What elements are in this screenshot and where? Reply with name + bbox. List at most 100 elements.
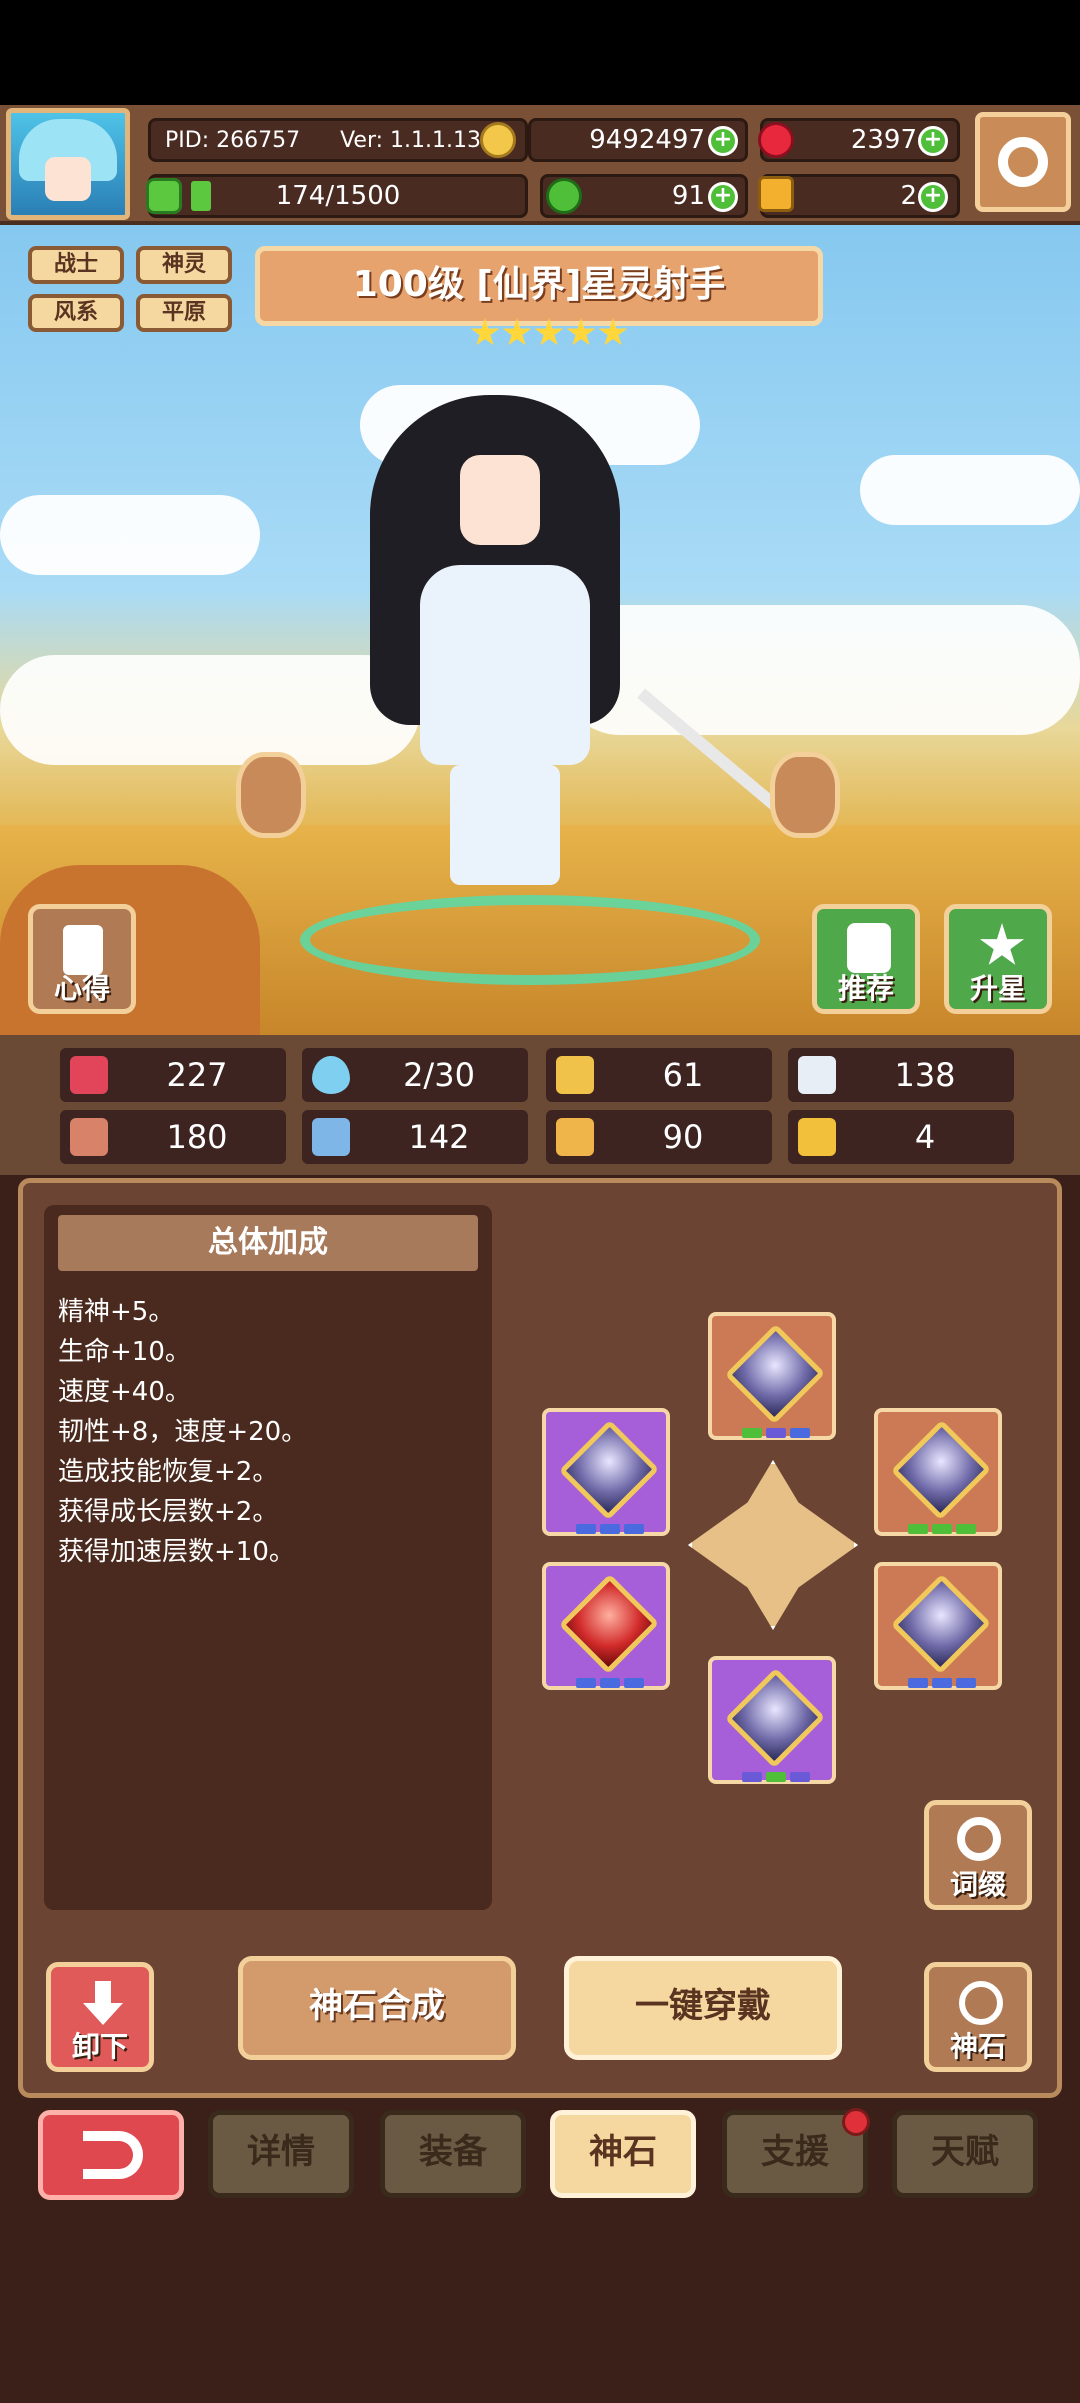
gear-icon xyxy=(998,137,1048,187)
notification-dot xyxy=(842,2108,870,2136)
bonus-line: 造成技能恢复+2。 xyxy=(58,1457,279,1487)
affix-button[interactable]: 词缀 xyxy=(924,1800,1032,1910)
magnifier-icon xyxy=(957,1817,1001,1861)
stat-magic: 142 xyxy=(302,1110,528,1164)
bonus-line: 精神+5。 xyxy=(58,1297,175,1327)
pid-version-box: PID: 266757 Ver: 1.1.1.13 xyxy=(148,118,528,162)
wind-effect xyxy=(300,895,760,985)
hero-title: 100级 [仙界]星灵射手 xyxy=(255,246,823,326)
prev-hero-button[interactable] xyxy=(236,752,306,838)
tag-class: 战士 xyxy=(28,246,124,284)
horseshoe-icon xyxy=(798,1118,836,1156)
return-arrow-icon xyxy=(83,2131,143,2179)
exp-value: 174/1500 xyxy=(275,181,401,211)
bonus-header: 总体加成 xyxy=(58,1215,478,1271)
add-clover-button[interactable]: + xyxy=(708,182,738,212)
crystal-gem-icon xyxy=(558,1419,660,1521)
add-ruby-button[interactable]: + xyxy=(918,126,948,156)
synthesize-button[interactable]: 神石合成 xyxy=(238,1956,516,2060)
tab-equipment[interactable]: 装备 xyxy=(380,2110,526,2198)
pid-label: PID: 266757 xyxy=(165,127,301,153)
stat-mana: 2/30 xyxy=(302,1048,528,1102)
slot-dots xyxy=(908,1678,976,1688)
star-icon xyxy=(534,318,564,346)
godstone-slot-top[interactable] xyxy=(708,1312,836,1440)
ruby-value: 2397 xyxy=(850,125,917,155)
slot-dots xyxy=(742,1428,810,1438)
stat-luck: 4 xyxy=(788,1110,1014,1164)
bonus-box: 总体加成 精神+5。 生命+10。 速度+40。 韧性+8，速度+20。 造成技… xyxy=(44,1205,492,1910)
back-button[interactable] xyxy=(38,2110,184,2200)
gold-value: 9492497 xyxy=(589,125,705,155)
clover-icon xyxy=(546,178,582,214)
star-icon xyxy=(470,318,500,346)
slot-dots xyxy=(576,1524,644,1534)
add-trophy-button[interactable]: + xyxy=(918,182,948,212)
bonus-line: 获得成长层数+2。 xyxy=(58,1497,279,1527)
godstone-button[interactable]: 神石 xyxy=(924,1962,1032,2072)
equip-all-button[interactable]: 一键穿戴 xyxy=(564,1956,842,2060)
stone-icon xyxy=(959,1981,1003,2025)
tab-talent[interactable]: 天赋 xyxy=(892,2110,1038,2198)
stat-hp: 227 xyxy=(60,1048,286,1102)
star-icon xyxy=(979,923,1025,965)
tag-race: 神灵 xyxy=(136,246,232,284)
thumbs-up-icon xyxy=(847,923,891,973)
slot-dots xyxy=(576,1678,644,1688)
tag-terrain: 平原 xyxy=(136,294,232,332)
bonus-line: 速度+40。 xyxy=(58,1377,191,1407)
star-icon xyxy=(502,318,532,346)
hero-face xyxy=(460,455,540,545)
crystal-gem-icon xyxy=(890,1419,992,1521)
hero-sprite xyxy=(350,335,650,895)
crystal-gem-icon xyxy=(890,1573,992,1675)
fist-icon xyxy=(70,1118,108,1156)
boot-icon xyxy=(556,1118,594,1156)
cloud xyxy=(0,495,260,575)
bonus-line: 韧性+8，速度+20。 xyxy=(58,1417,308,1447)
exp-fill xyxy=(191,181,211,211)
godstone-slot-upper-left[interactable] xyxy=(542,1408,670,1536)
exp-gem-icon xyxy=(146,178,182,214)
wing-icon xyxy=(798,1056,836,1094)
stat-defense: 61 xyxy=(546,1048,772,1102)
bonus-line: 获得加速层数+10。 xyxy=(58,1537,295,1567)
star-icon xyxy=(598,318,628,346)
add-gold-button[interactable]: + xyxy=(708,126,738,156)
next-hero-button[interactable] xyxy=(770,752,840,838)
unload-button[interactable]: 卸下 xyxy=(46,1962,154,2072)
star-icon xyxy=(566,318,596,346)
settings-button[interactable] xyxy=(975,112,1071,212)
hero-stars xyxy=(470,318,628,348)
slot-dots xyxy=(908,1524,976,1534)
slot-dots xyxy=(742,1772,810,1782)
hero-skirt xyxy=(450,765,560,885)
version-label: Ver: 1.1.1.13 xyxy=(340,127,481,153)
shield-icon xyxy=(556,1056,594,1094)
status-bar-area xyxy=(0,0,1080,105)
tab-godstone[interactable]: 神石 xyxy=(550,2110,696,2198)
recommend-button[interactable]: 推荐 xyxy=(812,904,920,1014)
heart-icon xyxy=(70,1056,108,1094)
crystal-gem-icon xyxy=(724,1323,826,1425)
hero-dress xyxy=(420,565,590,765)
avatar-face xyxy=(45,157,91,201)
trophy-value: 2 xyxy=(900,181,917,211)
star-up-button[interactable]: 升星 xyxy=(944,904,1052,1014)
godstone-slot-bottom[interactable] xyxy=(708,1656,836,1784)
godstone-slot-lower-right[interactable] xyxy=(874,1562,1002,1690)
exp-bar: 174/1500 xyxy=(148,174,528,218)
ruby-icon xyxy=(758,122,794,158)
ruby-gem-icon xyxy=(558,1573,660,1675)
stat-evasion: 138 xyxy=(788,1048,1014,1102)
insight-button[interactable]: 心得 xyxy=(28,904,136,1014)
godstone-slot-lower-left[interactable] xyxy=(542,1562,670,1690)
godstone-slot-upper-right[interactable] xyxy=(874,1408,1002,1536)
bonus-line: 生命+10。 xyxy=(58,1337,191,1367)
gold-coin-icon xyxy=(480,122,516,158)
book-icon xyxy=(312,1118,350,1156)
player-avatar[interactable] xyxy=(6,108,130,220)
tab-details[interactable]: 详情 xyxy=(208,2110,354,2198)
cloud xyxy=(860,455,1080,525)
arrow-down-icon xyxy=(83,1981,123,2025)
